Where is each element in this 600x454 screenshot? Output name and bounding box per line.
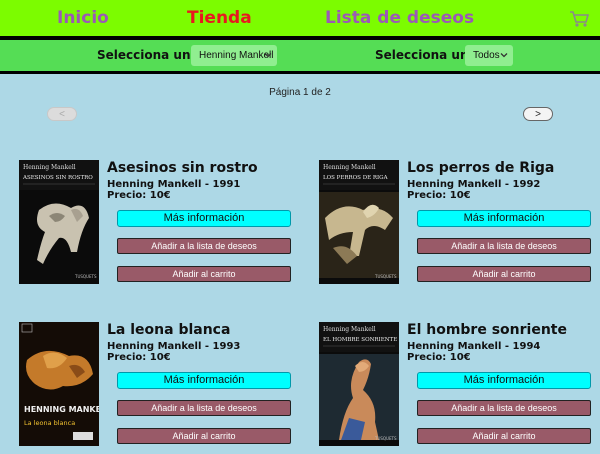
nav-link-inicio[interactable]: Inicio	[57, 8, 109, 28]
book-price: Precio: 10€	[407, 352, 471, 363]
book-title: El hombre sonriente	[407, 322, 567, 338]
nav-link-tienda[interactable]: Tienda	[187, 8, 252, 28]
cover-title-text: LOS PERROS DE RIGA	[323, 175, 389, 181]
book-title: La leona blanca	[107, 322, 231, 338]
more-info-button[interactable]: Más información	[417, 372, 591, 389]
add-to-wishlist-button[interactable]: Añadir a la lista de deseos	[117, 238, 291, 254]
cover-author-text: Henning Mankell	[23, 164, 76, 171]
book-price: Precio: 10€	[407, 190, 471, 201]
book-cover-image: Henning Mankell ASESINOS SIN ROSTRO TUSQ…	[19, 160, 99, 284]
filter-bar: Selecciona un autor Henning Mankell Sele…	[0, 40, 600, 71]
book-price: Precio: 10€	[107, 190, 171, 201]
book-author-year: Henning Mankell - 1994	[407, 341, 541, 352]
book-cover-image: Henning Mankell EL HOMBRE SONRIENTE TUSQ…	[319, 322, 399, 446]
next-page-button[interactable]: >	[523, 107, 553, 121]
country-select[interactable]: Todos	[465, 45, 513, 66]
more-info-button[interactable]: Más información	[117, 372, 291, 389]
chevron-down-icon	[264, 53, 272, 58]
cover-author-text: HENNING MANKELL	[24, 405, 99, 414]
book-cover-image: Henning Mankell LOS PERROS DE RIGA TUSQU…	[319, 160, 399, 284]
book-cover-image: HENNING MANKELL La leona blanca	[19, 322, 99, 446]
nav-link-lista-de-deseos[interactable]: Lista de deseos	[325, 8, 474, 28]
book-author-year: Henning Mankell - 1993	[107, 341, 241, 352]
cover-title-text: ASESINOS SIN ROSTRO	[22, 175, 93, 181]
cover-title-text: EL HOMBRE SONRIENTE	[323, 337, 397, 343]
cover-title-text: La leona blanca	[24, 419, 75, 427]
shopping-cart-icon[interactable]	[569, 10, 589, 28]
add-to-cart-button[interactable]: Añadir al carrito	[117, 428, 291, 444]
page-indicator: Página 1 de 2	[269, 87, 331, 98]
filter-divider	[0, 71, 600, 74]
add-to-cart-button[interactable]: Añadir al carrito	[117, 266, 291, 282]
book-author-year: Henning Mankell - 1992	[407, 179, 541, 190]
author-select-value: Henning Mankell	[199, 50, 274, 61]
book-author-year: Henning Mankell - 1991	[107, 179, 241, 190]
svg-text:TUSQUETS: TUSQUETS	[374, 274, 397, 279]
prev-page-button[interactable]: <	[47, 107, 77, 121]
top-nav: Inicio Tienda Lista de deseos	[0, 0, 600, 36]
add-to-wishlist-button[interactable]: Añadir a la lista de deseos	[117, 400, 291, 416]
cover-author-text: Henning Mankell	[323, 326, 376, 333]
add-to-cart-button[interactable]: Añadir al carrito	[417, 428, 591, 444]
more-info-button[interactable]: Más información	[117, 210, 291, 227]
svg-text:TUSQUETS: TUSQUETS	[74, 274, 97, 279]
country-select-value: Todos	[473, 50, 500, 61]
add-to-wishlist-button[interactable]: Añadir a la lista de deseos	[417, 400, 591, 416]
add-to-cart-button[interactable]: Añadir al carrito	[417, 266, 591, 282]
book-title: Asesinos sin rostro	[107, 160, 258, 176]
book-price: Precio: 10€	[107, 352, 171, 363]
svg-text:TUSQUETS: TUSQUETS	[374, 436, 397, 441]
cover-author-text: Henning Mankell	[323, 164, 376, 171]
more-info-button[interactable]: Más información	[417, 210, 591, 227]
add-to-wishlist-button[interactable]: Añadir a la lista de deseos	[417, 238, 591, 254]
author-select[interactable]: Henning Mankell	[191, 45, 277, 66]
book-title: Los perros de Riga	[407, 160, 555, 176]
chevron-down-icon	[500, 53, 508, 58]
